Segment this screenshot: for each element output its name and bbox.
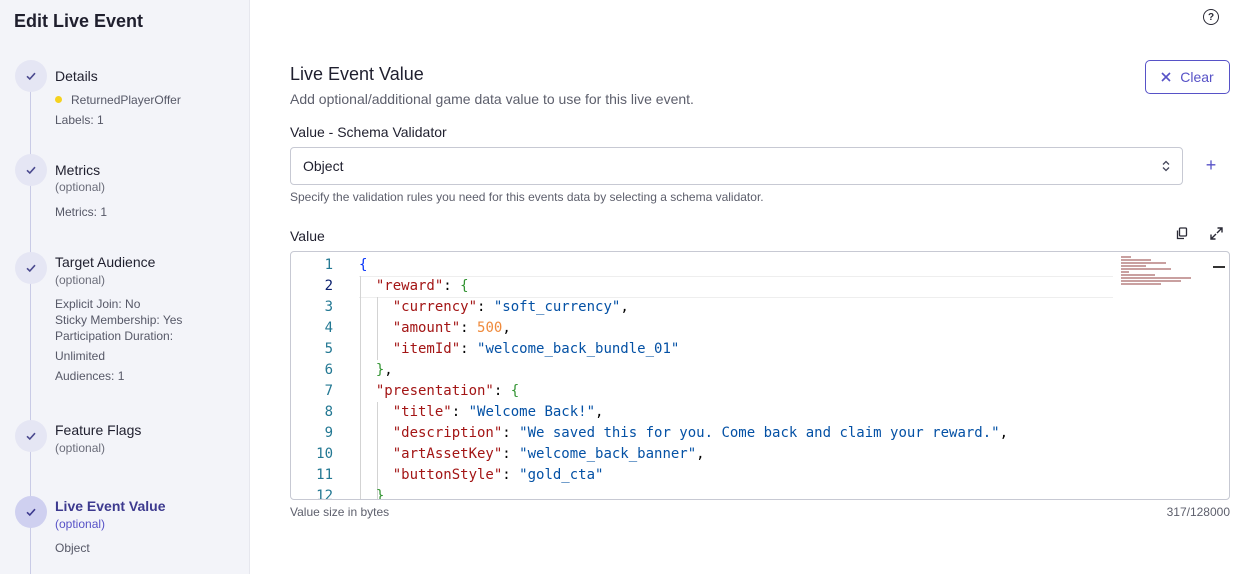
code-line: "description": "We saved this for you. C… (392, 425, 1009, 441)
code-line: "buttonStyle": "gold_cta" (392, 467, 604, 483)
line-number: 2 (324, 278, 333, 294)
value-label: Value (290, 228, 325, 244)
line-number: 6 (324, 362, 333, 378)
step-optional: (optional) (55, 273, 106, 287)
code-line: "artAssetKey": "welcome_back_banner", (392, 446, 705, 462)
step-title: Live Event Value (55, 498, 166, 514)
code-line: "itemId": "welcome_back_bundle_01" (392, 341, 680, 357)
step-title: Metrics (55, 162, 101, 178)
schema-helper-text: Specify the validation rules you need fo… (290, 190, 764, 204)
section-description: Add optional/additional game data value … (290, 91, 694, 107)
step-meta: Labels: 1 (55, 113, 104, 127)
code-line: { (359, 257, 368, 273)
schema-validator-value: Object (303, 158, 344, 174)
check-icon (15, 252, 47, 284)
expand-icon[interactable] (1210, 227, 1223, 240)
line-number: 11 (316, 467, 333, 483)
editor-minimap[interactable] (1121, 256, 1201, 286)
copy-icon[interactable] (1176, 227, 1189, 240)
wizard-sidebar: Edit Live Event Details ReturnedPlayerOf… (0, 0, 250, 574)
plus-icon[interactable]: + (1203, 155, 1219, 175)
chevron-up-down-icon (1162, 160, 1170, 172)
step-optional: (optional) (55, 180, 106, 194)
step-meta: Metrics: 1 (55, 205, 108, 219)
check-icon (15, 420, 47, 452)
overview-ruler-marker (1213, 266, 1225, 268)
json-code-editor[interactable]: 1 2 3 4 5 6 7 8 9 10 11 12 { "reward": {… (290, 251, 1230, 500)
step-meta: Sticky Membership: Yes (55, 313, 183, 327)
step-optional: (optional) (55, 517, 106, 531)
step-meta: Participation Duration: (55, 329, 174, 343)
step-meta: Explicit Join: No (55, 297, 141, 311)
code-line: "amount": 500, (392, 320, 511, 336)
code-content[interactable]: { "reward": { "currency": "soft_currency… (359, 252, 1119, 499)
label-dot-icon (55, 96, 62, 103)
step-title: Details (55, 68, 98, 84)
line-number: 10 (316, 446, 333, 462)
code-line: }, (375, 362, 393, 378)
label-chip: ReturnedPlayerOffer (55, 92, 181, 108)
line-number: 9 (324, 425, 333, 441)
value-size-count: 317/128000 (1166, 505, 1230, 519)
check-icon (15, 60, 47, 92)
line-number: 4 (324, 320, 333, 336)
schema-validator-label: Value - Schema Validator (290, 124, 447, 140)
step-meta: Audiences: 1 (55, 369, 125, 383)
line-number: 12 (316, 488, 333, 500)
code-line: "currency": "soft_currency", (392, 299, 629, 315)
code-line: } (375, 488, 385, 500)
line-number: 5 (324, 341, 333, 357)
line-number: 7 (324, 383, 333, 399)
step-title: Feature Flags (55, 422, 142, 438)
line-number-gutter: 1 2 3 4 5 6 7 8 9 10 11 12 (291, 252, 341, 499)
step-title: Target Audience (55, 254, 156, 270)
step-optional: (optional) (55, 441, 106, 455)
code-line: "title": "Welcome Back!", (392, 404, 604, 420)
schema-validator-select[interactable]: Object (290, 147, 1183, 185)
code-line: "presentation": { (375, 383, 520, 399)
line-number: 3 (324, 299, 333, 315)
clear-button[interactable]: Clear (1145, 60, 1230, 94)
check-icon (15, 496, 47, 528)
check-icon (15, 154, 47, 186)
step-meta: Object (55, 541, 90, 555)
step-meta: Unlimited (55, 349, 106, 363)
code-line: "reward": { (375, 278, 469, 294)
section-title: Live Event Value (290, 64, 424, 84)
value-size-label: Value size in bytes (290, 505, 390, 519)
close-icon (1161, 72, 1171, 82)
help-circle-icon[interactable]: ? (1203, 9, 1219, 25)
clear-button-label: Clear (1180, 69, 1214, 85)
line-number: 8 (324, 404, 333, 420)
sidebar-title: Edit Live Event (14, 11, 144, 31)
line-number: 1 (324, 257, 333, 273)
